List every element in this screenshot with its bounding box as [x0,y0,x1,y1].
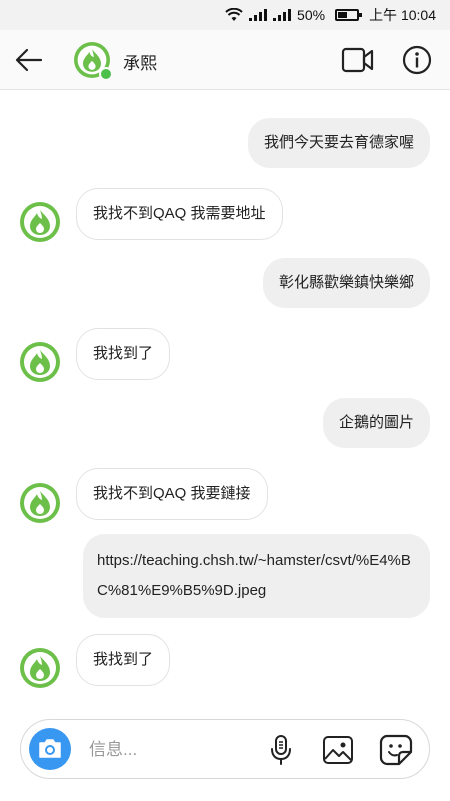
battery-percent: 50% [297,7,326,23]
sender-avatar[interactable] [20,483,60,523]
gallery-icon[interactable] [322,735,354,765]
message-text: 我找不到QAQ 我要鏈接 [93,485,251,502]
message-outgoing[interactable]: 彰化縣歡樂鎮快樂鄉 [262,258,430,308]
message-text: 我找不到QAQ 我需要地址 [93,205,266,222]
sender-avatar[interactable] [20,648,60,688]
message-composer [20,719,430,779]
signal-icon [249,9,268,21]
message-incoming-link[interactable]: https://teaching.chsh.tw/~hamster/csvt/%… [83,534,430,618]
message-outgoing[interactable]: 我們今天要去育德家喔 [247,118,430,168]
message-outgoing[interactable]: 企鵝的圖片 [322,398,430,448]
message-incoming[interactable]: 我找不到QAQ 我需要地址 [76,188,283,240]
message-text: 我找到了 [93,345,154,362]
info-icon[interactable] [402,45,432,75]
message-incoming[interactable]: 我找到了 [76,328,171,380]
wifi-icon [225,8,243,22]
message-text: 彰化縣歡樂鎮快樂鄉 [278,274,414,291]
sticker-icon[interactable] [379,734,413,766]
back-arrow-icon[interactable] [14,46,44,74]
message-incoming[interactable]: 我找到了 [76,634,171,686]
chat-header: 承熙 [0,30,450,90]
clock: 上午 10:04 [369,7,436,23]
sender-avatar[interactable] [20,202,60,242]
camera-icon [39,739,61,758]
message-incoming[interactable]: 我找不到QAQ 我要鏈接 [76,468,268,520]
message-text: 我們今天要去育德家喔 [263,134,414,151]
contact-name[interactable]: 承熙 [123,49,157,74]
sender-avatar[interactable] [20,342,60,382]
message-text: 我找到了 [93,651,154,668]
microphone-icon[interactable] [268,734,294,766]
online-status-dot [99,67,113,81]
message-input[interactable] [87,736,261,764]
battery-icon [335,9,363,21]
message-link-text[interactable]: https://teaching.chsh.tw/~hamster/csvt/%… [97,552,411,599]
message-text: 企鵝的圖片 [338,414,414,431]
camera-button[interactable] [29,728,71,770]
signal-icon-2 [273,9,292,21]
video-call-icon[interactable] [341,45,375,75]
status-bar: 50% 上午 10:04 [0,0,450,30]
